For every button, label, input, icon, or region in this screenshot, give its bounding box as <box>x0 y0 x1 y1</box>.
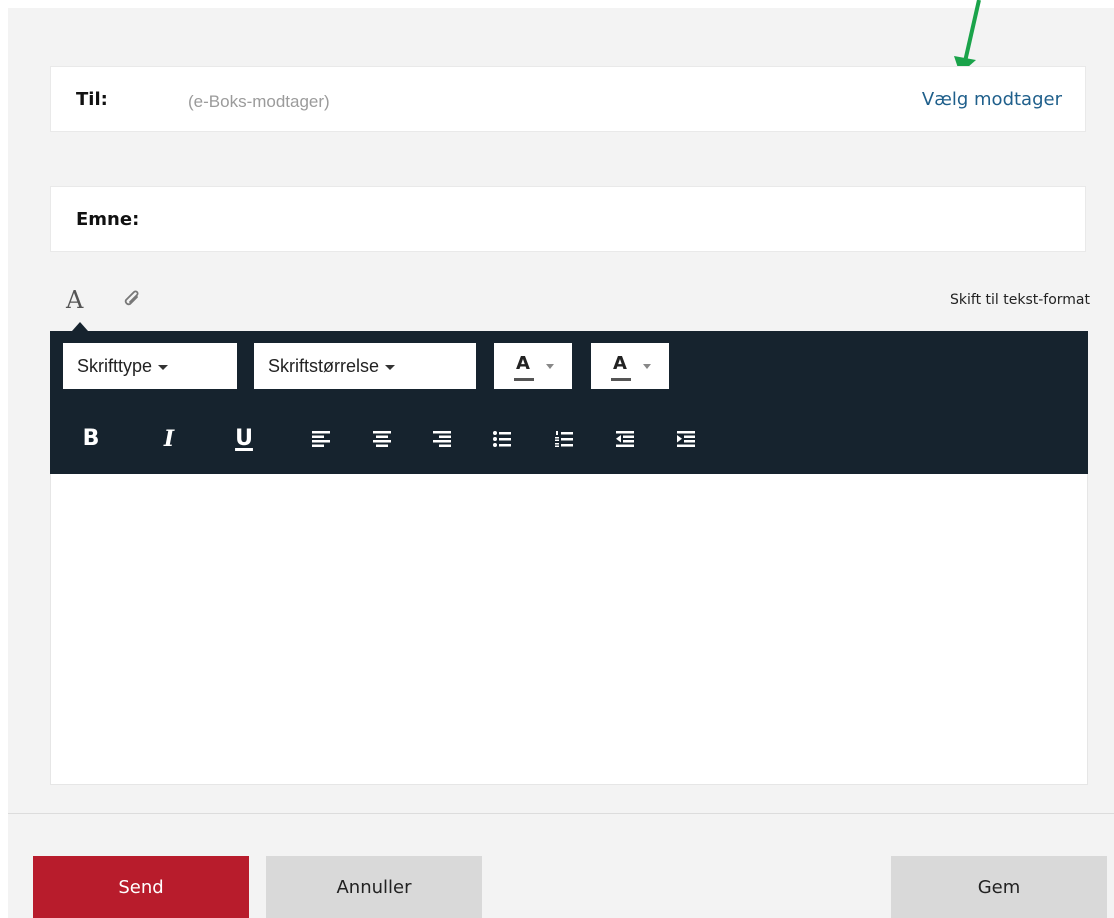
font-family-dropdown[interactable]: Skrifttype <box>63 343 237 389</box>
align-center-button[interactable] <box>362 419 402 459</box>
outdent-icon <box>616 431 634 447</box>
italic-icon: I <box>163 426 175 452</box>
editor-toolbar: Skrifttype Skriftstørrelse A A B I U <box>50 331 1088 474</box>
cancel-button[interactable]: Annuller <box>266 856 482 918</box>
bold-button[interactable]: B <box>71 419 111 459</box>
align-left-icon <box>312 431 330 447</box>
bullet-list-button[interactable] <box>482 419 522 459</box>
to-label: Til: <box>76 89 108 110</box>
chevron-down-icon <box>158 364 169 370</box>
send-button[interactable]: Send <box>33 856 249 918</box>
align-center-icon <box>373 431 391 447</box>
underline-button[interactable]: U <box>224 419 264 459</box>
subject-label: Emne: <box>76 209 140 230</box>
text-color-icon: A <box>516 353 530 374</box>
indent-button[interactable] <box>666 419 706 459</box>
footer-divider <box>8 813 1114 814</box>
outdent-button[interactable] <box>605 419 645 459</box>
font-size-dropdown[interactable]: Skriftstørrelse <box>254 343 476 389</box>
save-button[interactable]: Gem <box>891 856 1107 918</box>
bullet-list-icon <box>493 431 511 447</box>
indent-icon <box>677 431 695 447</box>
recipient-placeholder: (e-Boks-modtager) <box>188 92 330 111</box>
chevron-down-icon <box>643 364 651 369</box>
text-color-swatch <box>514 378 534 381</box>
align-right-icon <box>433 431 451 447</box>
background-color-swatch <box>611 378 631 381</box>
align-right-button[interactable] <box>422 419 462 459</box>
background-color-button[interactable]: A <box>591 343 669 389</box>
switch-to-text-format-link[interactable]: Skift til tekst-format <box>950 292 1090 308</box>
chevron-down-icon <box>385 364 396 370</box>
active-tab-indicator <box>72 322 88 331</box>
italic-button[interactable]: I <box>149 419 189 459</box>
align-left-button[interactable] <box>301 419 341 459</box>
choose-recipient-link[interactable]: Vælg modtager <box>922 89 1062 110</box>
underline-icon: U <box>235 426 253 451</box>
chevron-down-icon <box>546 364 554 369</box>
font-family-dropdown-label: Skrifttype <box>77 356 153 376</box>
recipient-field[interactable]: Til: (e-Boks-modtager) Vælg modtager <box>50 66 1086 132</box>
subject-field[interactable]: Emne: <box>50 186 1086 252</box>
background-color-icon: A <box>613 353 627 374</box>
paperclip-icon[interactable] <box>122 288 144 312</box>
font-format-tab-icon[interactable]: A <box>66 286 83 314</box>
message-body-editor[interactable] <box>50 474 1088 785</box>
text-color-button[interactable]: A <box>494 343 572 389</box>
numbered-list-button[interactable] <box>544 419 584 459</box>
numbered-list-icon <box>555 431 573 447</box>
bold-icon: B <box>82 426 100 451</box>
font-size-dropdown-label: Skriftstørrelse <box>268 356 380 376</box>
